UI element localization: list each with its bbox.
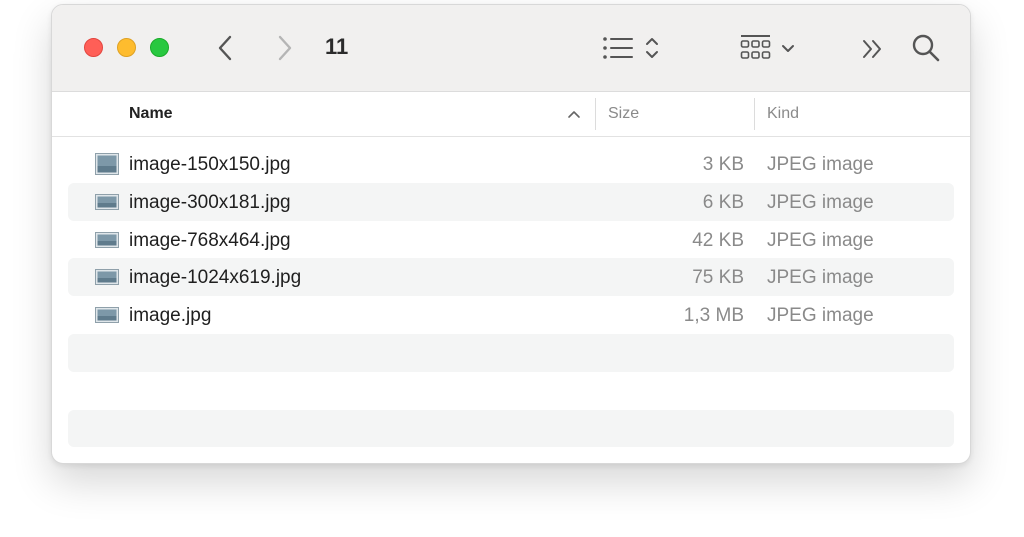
file-kind: JPEG image bbox=[767, 191, 874, 213]
chevron-right-icon[interactable] bbox=[274, 33, 296, 63]
file-row[interactable]: image-300x181.jpg 6 KB JPEG image bbox=[68, 182, 954, 221]
file-kind: JPEG image bbox=[767, 305, 874, 327]
file-kind: JPEG image bbox=[767, 267, 874, 289]
file-size: 42 KB bbox=[692, 229, 744, 251]
list-view-icon[interactable] bbox=[602, 35, 664, 61]
file-size: 3 KB bbox=[702, 154, 744, 175]
image-file-icon bbox=[95, 231, 119, 248]
file-size: 75 KB bbox=[692, 267, 744, 289]
column-name-header[interactable]: Name bbox=[129, 105, 173, 123]
file-kind: JPEG image bbox=[767, 154, 874, 175]
file-name: image.jpg bbox=[129, 305, 212, 327]
column-size-header[interactable]: Size bbox=[608, 105, 639, 123]
file-size: 1,3 MB bbox=[683, 305, 744, 327]
maximize-button[interactable] bbox=[150, 38, 169, 57]
empty-row bbox=[68, 409, 954, 448]
empty-row bbox=[68, 372, 954, 410]
file-list: image-150x150.jpg 3 KB JPEG image image-… bbox=[68, 145, 954, 448]
file-row[interactable]: image-768x464.jpg 42 KB JPEG image bbox=[68, 221, 954, 259]
chevron-left-icon[interactable] bbox=[215, 33, 237, 63]
column-divider[interactable] bbox=[754, 98, 755, 130]
file-name: image-150x150.jpg bbox=[129, 154, 291, 175]
file-kind: JPEG image bbox=[767, 229, 874, 251]
image-file-icon bbox=[95, 153, 119, 175]
folder-title: 11 bbox=[325, 34, 349, 59]
finder-window: 11 Name Size Kind image-150x150.jpg 3 KB… bbox=[51, 4, 971, 464]
column-kind-header[interactable]: Kind bbox=[767, 105, 799, 123]
image-file-icon bbox=[95, 269, 119, 286]
grid-group-icon[interactable] bbox=[740, 33, 800, 63]
file-row[interactable]: image-150x150.jpg 3 KB JPEG image bbox=[68, 145, 954, 183]
file-name: image-300x181.jpg bbox=[129, 191, 291, 213]
empty-row bbox=[68, 333, 954, 372]
sort-ascending-icon[interactable] bbox=[567, 109, 581, 119]
toolbar: 11 bbox=[52, 5, 970, 92]
double-chevron-icon[interactable] bbox=[860, 38, 886, 60]
image-file-icon bbox=[95, 193, 119, 210]
file-size: 6 KB bbox=[702, 191, 744, 213]
column-header: Name Size Kind bbox=[52, 92, 970, 137]
minimize-button[interactable] bbox=[117, 38, 136, 57]
close-button[interactable] bbox=[84, 38, 103, 57]
file-name: image-1024x619.jpg bbox=[129, 267, 302, 289]
image-file-icon bbox=[95, 307, 119, 324]
file-row[interactable]: image-1024x619.jpg 75 KB JPEG image bbox=[68, 258, 954, 297]
file-row[interactable]: image.jpg 1,3 MB JPEG image bbox=[68, 296, 954, 334]
magnifier-icon[interactable] bbox=[911, 33, 941, 63]
column-divider[interactable] bbox=[595, 98, 596, 130]
file-name: image-768x464.jpg bbox=[129, 229, 291, 251]
